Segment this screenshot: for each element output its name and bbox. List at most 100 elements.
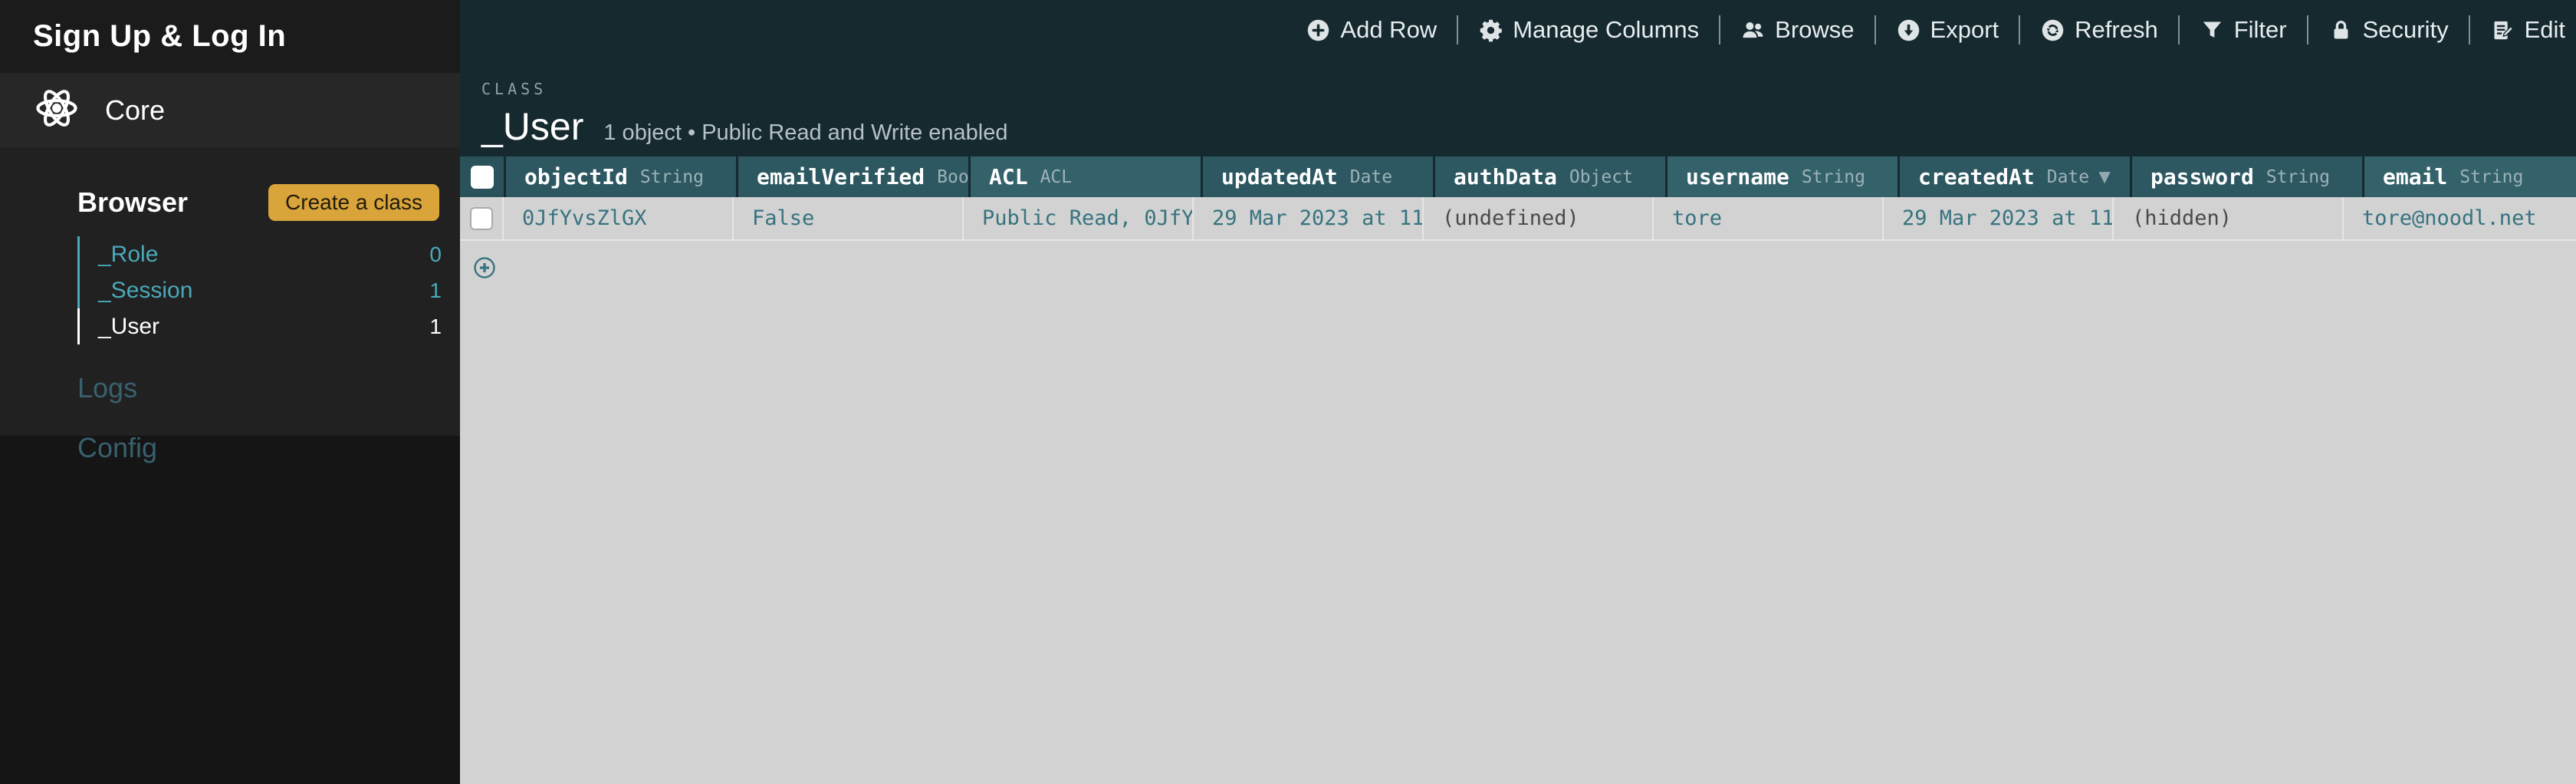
column-name: email [2383,164,2448,189]
create-class-button[interactable]: Create a class [268,184,439,221]
column-header-createdAt[interactable]: createdAt Date ▼ [1900,156,2130,197]
class-count: 1 [429,278,442,302]
cell-updatedAt[interactable]: 29 Mar 2023 at 11:… [1194,197,1424,239]
add-row-inline-button[interactable] [473,256,496,282]
cell-email[interactable]: tore@noodl.net [2344,197,2576,239]
cell-objectId[interactable]: 0JfYvsZlGX [504,197,734,239]
class-name: _Role [98,241,159,267]
filter-button[interactable]: Filter [2200,16,2287,44]
topbar: Add Row Manage Columns Browse Export Ref… [460,0,2576,156]
column-name: objectId [524,164,628,189]
column-type: Boole… [937,166,968,187]
row-select-cell [460,197,504,239]
toolbar-separator [2019,15,2021,44]
manage-columns-button[interactable]: Manage Columns [1478,16,1699,44]
sidebar-nav: Browser Create a class _Role 0 _Session … [0,147,460,463]
sidebar-item-class-role[interactable]: _Role 0 [77,236,460,272]
column-header-authData[interactable]: authData Object [1435,156,1665,197]
app-title-band: Sign Up & Log In [0,0,460,73]
column-header-password[interactable]: password String [2132,156,2362,197]
refresh-icon [2040,18,2065,43]
toolbar-separator [2306,15,2308,44]
column-type: Object [1569,166,1633,187]
column-name: ACL [989,164,1028,189]
column-name: updatedAt [1221,164,1338,189]
add-row-label: Add Row [1340,16,1438,43]
plus-circle-icon [1306,18,1331,43]
cell-createdAt[interactable]: 29 Mar 2023 at 11:… [1884,197,2114,239]
cell-ACL[interactable]: Public Read, 0JfYv… [964,197,1194,239]
row-checkbox[interactable] [469,206,493,230]
class-subtitle: 1 object • Public Read and Write enabled [603,120,1008,145]
sidebar-item-config[interactable]: Config [0,432,460,464]
table-header: objectId String emailVerified Boole… ACL… [460,156,2576,197]
column-header-email[interactable]: email String [2364,156,2576,197]
class-kicker: CLASS [481,80,547,98]
security-label: Security [2362,16,2449,43]
core-label: Core [105,94,166,126]
cell-emailVerified[interactable]: False [734,197,964,239]
table-row: 0JfYvsZlGX False Public Read, 0JfYv… 29 … [460,197,2576,241]
gear-icon [1478,18,1503,43]
edit-button[interactable]: Edit [2490,16,2565,44]
column-type: Date [2046,166,2090,187]
sidebar-item-class-session[interactable]: _Session 1 [77,272,460,308]
column-type: String [1801,166,1865,187]
refresh-label: Refresh [2075,16,2158,43]
cell-authData[interactable]: (undefined) [1424,197,1654,239]
browse-button[interactable]: Browse [1740,16,1855,44]
export-button[interactable]: Export [1896,16,1999,44]
toolbar-separator [2468,15,2470,44]
class-name: _User [98,313,160,339]
parse-dashboard: Sign Up & Log In Core Browser Create a c… [0,0,2576,784]
atom-icon [33,84,80,136]
class-count: 1 [429,314,442,338]
main-content: Add Row Manage Columns Browse Export Ref… [460,0,2576,784]
manage-columns-label: Manage Columns [1513,16,1700,43]
cell-username[interactable]: tore [1654,197,1884,239]
column-header-emailVerified[interactable]: emailVerified Boole… [738,156,968,197]
sort-desc-icon[interactable]: ▼ [2095,165,2114,189]
column-header-objectId[interactable]: objectId String [506,156,736,197]
select-all-cell [460,156,504,197]
toolbar-separator [1457,15,1459,44]
sidebar-item-class-user[interactable]: _User 1 [77,308,460,344]
sidebar-item-core[interactable]: Core [0,73,460,147]
column-header-ACL[interactable]: ACL ACL [971,156,1201,197]
cell-password[interactable]: (hidden) [2114,197,2344,239]
refresh-button[interactable]: Refresh [2040,16,2158,44]
add-row-button[interactable]: Add Row [1306,16,1437,44]
filter-label: Filter [2233,16,2287,43]
funnel-icon [2200,18,2225,43]
app-title: Sign Up & Log In [33,19,287,53]
column-header-username[interactable]: username String [1668,156,1898,197]
column-header-updatedAt[interactable]: updatedAt Date [1203,156,1433,197]
toolbar: Add Row Manage Columns Browse Export Ref… [1306,12,2565,48]
column-name: createdAt [1918,164,2035,189]
lock-icon [2328,18,2354,43]
plus-circle-outline-icon [473,257,496,282]
class-title: _User [481,105,584,148]
select-all-checkbox[interactable] [470,165,494,189]
toolbar-separator [2177,15,2180,44]
column-name: emailVerified [757,164,925,189]
security-button[interactable]: Security [2328,16,2449,44]
toolbar-separator [1874,15,1876,44]
column-type: ACL [1040,166,1073,187]
column-name: username [1686,164,1789,189]
browse-label: Browse [1775,16,1855,43]
column-type: String [2266,166,2330,187]
column-type: String [639,166,704,187]
class-count: 0 [429,242,442,266]
class-name: _Session [98,277,193,303]
class-list: _Role 0 _Session 1 _User 1 [77,236,460,344]
sidebar-item-logs[interactable]: Logs [0,372,460,404]
export-label: Export [1930,16,1999,43]
column-type: String [2459,166,2524,187]
column-name: password [2150,164,2254,189]
class-header: CLASS _User 1 object • Public Read and W… [481,80,1008,149]
sidebar: Sign Up & Log In Core Browser Create a c… [0,0,460,784]
toolbar-separator [1719,15,1721,44]
sidebar-item-browser[interactable]: Browser [77,186,188,219]
column-name: authData [1454,164,1557,189]
